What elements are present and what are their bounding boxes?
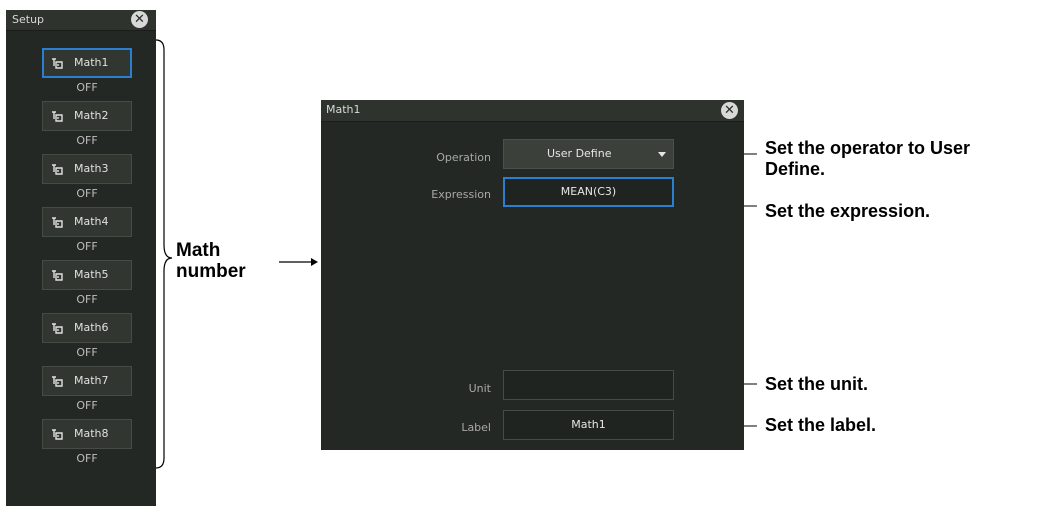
unit-label: Unit xyxy=(468,382,491,395)
operation-value: User Define xyxy=(547,147,612,160)
label-field[interactable]: Math1 xyxy=(503,410,674,440)
expression-field[interactable]: MEAN(C3) xyxy=(503,177,674,207)
operation-annotation: Set the operator to User Define. xyxy=(765,138,971,179)
dialog-header: Math1 ✕ xyxy=(321,100,744,122)
chevron-down-icon xyxy=(658,152,666,157)
operation-select[interactable]: User Define xyxy=(503,139,674,169)
label-value: Math1 xyxy=(571,418,606,431)
expression-annotation: Set the expression. xyxy=(765,201,931,221)
brace xyxy=(155,39,173,469)
expression-label: Expression xyxy=(431,188,491,201)
math-dialog: Math1 ✕ Operation User Define Expression… xyxy=(321,100,744,450)
math-number-callout: Math number xyxy=(176,240,246,282)
unit-annotation: Set the unit. xyxy=(765,374,868,394)
dialog-title: Math1 xyxy=(326,103,361,116)
operation-label: Operation xyxy=(436,151,491,164)
label-annotation: Set the label. xyxy=(765,415,877,435)
arrow-right-icon xyxy=(279,258,318,266)
close-icon[interactable]: ✕ xyxy=(721,102,738,119)
label-field-label: Label xyxy=(461,421,491,434)
unit-field[interactable] xyxy=(503,370,674,400)
expression-value: MEAN(C3) xyxy=(560,185,617,198)
